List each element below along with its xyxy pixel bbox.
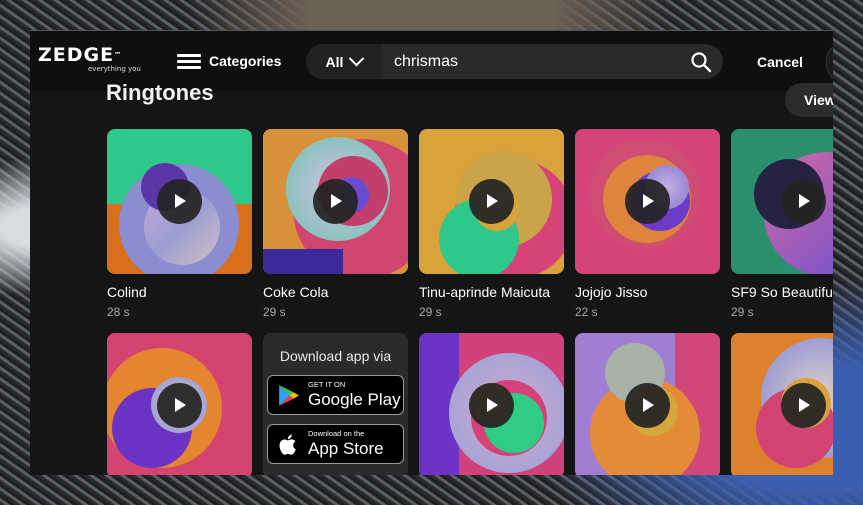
logo-tagline: everything you [88, 65, 141, 73]
hamburger-menu-icon [177, 52, 201, 70]
ringtone-card[interactable]: Tinu-aprinde Maicuta 29 s [419, 129, 564, 319]
app-store-big-text: App Store [308, 439, 384, 458]
section-title: Ringtones [106, 80, 214, 105]
user-avatar-button[interactable] [826, 44, 833, 81]
ringtone-duration: 29 s [419, 305, 442, 319]
google-play-big-text: Google Play [308, 390, 401, 409]
ringtone-title[interactable]: SF9 So Beautiful [731, 284, 833, 300]
ringtone-title[interactable]: Coke Cola [263, 284, 408, 300]
ringtone-card[interactable]: SF9 So Beautiful 29 s [731, 129, 833, 319]
logo-trademark: ™ [114, 51, 123, 59]
ringtone-title[interactable]: Colind [107, 284, 252, 300]
google-play-button[interactable]: GET IT ON Google Play [267, 375, 404, 415]
play-button[interactable] [625, 179, 670, 224]
search-input[interactable] [384, 44, 694, 79]
search-filter-dropdown[interactable]: All [306, 44, 382, 79]
ringtone-card[interactable] [575, 333, 720, 475]
ringtone-title[interactable]: Jojojo Jisso [575, 284, 720, 300]
apple-icon [279, 434, 296, 455]
ringtone-card[interactable]: Jojojo Jisso 22 s [575, 129, 720, 319]
ringtone-duration: 29 s [263, 305, 286, 319]
ringtone-card[interactable] [731, 333, 833, 475]
chevron-down-icon [349, 50, 365, 67]
categories-button[interactable]: Categories [177, 50, 281, 72]
search-bar: All [306, 44, 723, 79]
zedge-logo[interactable]: ZEDGE™ everything you [38, 45, 158, 79]
ringtone-duration: 29 s [731, 305, 754, 319]
ringtone-artwork [419, 129, 564, 274]
ringtone-artwork [575, 333, 720, 475]
view-all-button[interactable]: View [785, 83, 833, 117]
play-button[interactable] [313, 179, 358, 224]
promo-title: Download app via [279, 348, 392, 364]
cancel-button[interactable]: Cancel [757, 54, 803, 70]
play-button[interactable] [469, 383, 514, 428]
ringtone-artwork [107, 333, 252, 475]
play-button[interactable] [157, 179, 202, 224]
ringtone-artwork [107, 129, 252, 274]
ringtone-artwork [263, 129, 408, 274]
play-button[interactable] [781, 383, 826, 428]
ringtone-artwork [575, 129, 720, 274]
ringtone-card[interactable] [107, 333, 252, 475]
ringtone-duration: 22 s [575, 305, 598, 319]
download-app-promo: Download app via GET IT ON Google Play D… [263, 333, 408, 475]
logo-wordmark: ZEDGE [38, 44, 115, 66]
ringtone-artwork [731, 129, 833, 274]
ringtone-card[interactable]: Colind 28 s [107, 129, 252, 319]
ringtone-duration: 28 s [107, 305, 130, 319]
app-store-button[interactable]: Download on the App Store [267, 424, 404, 464]
zedge-window: ZEDGE™ everything you Categories All Can… [30, 30, 833, 475]
ringtone-card[interactable]: Coke Cola 29 s [263, 129, 408, 319]
ringtone-artwork [731, 333, 833, 475]
play-button[interactable] [625, 383, 670, 428]
ringtone-card[interactable] [419, 333, 564, 475]
google-play-small-text: GET IT ON [308, 380, 346, 389]
filter-label: All [325, 53, 344, 70]
play-button[interactable] [157, 383, 202, 428]
google-play-icon [279, 385, 299, 406]
app-store-small-text: Download on the [308, 429, 365, 438]
search-icon[interactable] [690, 51, 712, 73]
play-button[interactable] [469, 179, 514, 224]
ringtone-title[interactable]: Tinu-aprinde Maicuta [419, 284, 564, 300]
categories-label: Categories [209, 53, 282, 69]
ringtone-artwork [419, 333, 564, 475]
play-button[interactable] [781, 179, 826, 224]
